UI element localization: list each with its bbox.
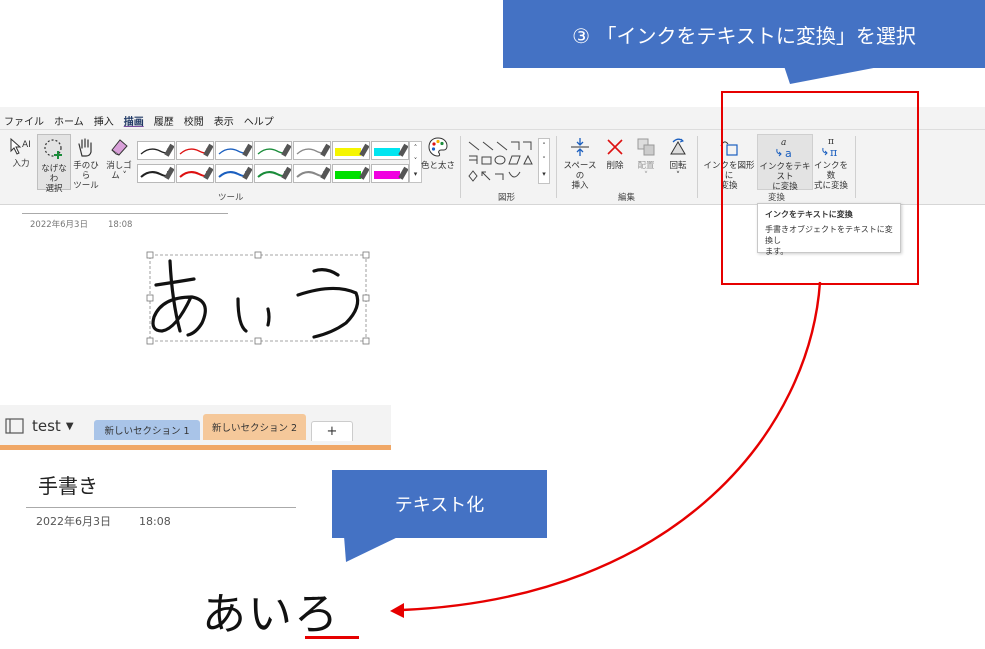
upper-title-line — [22, 213, 228, 214]
more-icon: ▾ — [413, 170, 418, 178]
hand-label-2: ツール — [73, 181, 99, 191]
separator — [697, 136, 698, 198]
spelling-underline — [305, 636, 359, 639]
pen-gray-2[interactable] — [293, 164, 331, 183]
menu-home[interactable]: ホーム — [50, 110, 90, 130]
page-date: 2022年6月3日 18:08 — [36, 515, 171, 528]
highlight-box — [721, 91, 919, 285]
svg-text:AI: AI — [22, 140, 31, 150]
pen-red-2[interactable] — [176, 164, 214, 183]
pen-blue-2[interactable] — [215, 164, 253, 183]
conversion-arrow — [390, 281, 822, 618]
highlighter-green[interactable] — [332, 164, 370, 183]
group-label-tools: ツール — [218, 193, 244, 203]
separator — [556, 136, 557, 198]
menu-file[interactable]: ファイル — [0, 110, 50, 130]
menu-view[interactable]: 表示 — [210, 110, 240, 130]
lasso-select-button[interactable]: なげなわ 選択 — [37, 134, 71, 194]
insert-space-button[interactable]: スペースの 挿入 — [560, 136, 600, 191]
lasso-label-1: なげなわ — [41, 164, 67, 184]
insert-space-label-2: 挿入 — [571, 181, 589, 191]
input-button[interactable]: AI 入力 — [6, 136, 36, 169]
section-tab-1[interactable]: 新しいセクション 1 — [94, 420, 200, 440]
color-size-button[interactable]: 色と太さ — [421, 136, 455, 171]
menu-review[interactable]: 校閲 — [180, 110, 210, 130]
step-callout: ③ 「インクをテキストに変換」を選択 — [503, 0, 985, 68]
pen-green-1[interactable] — [254, 141, 292, 160]
delete-x-icon — [607, 139, 623, 155]
pen-green-2[interactable] — [254, 164, 292, 183]
more-icon: ▾ — [542, 170, 546, 178]
eraser-label-2: ム ˅ — [111, 171, 127, 181]
delete-button[interactable]: 削除 — [602, 136, 628, 171]
page-title-line — [26, 507, 296, 508]
lasso-icon — [44, 139, 62, 159]
chevron-down-icon: ˅ — [413, 157, 418, 165]
highlighter-cyan[interactable] — [371, 141, 409, 160]
chevron-down-icon: ˅ — [542, 156, 546, 164]
chevron-up-icon: ˄ — [542, 142, 546, 150]
notebook-icon — [5, 418, 24, 434]
separator — [460, 136, 461, 198]
text-cursor-icon: AI — [10, 137, 31, 155]
pen-gray-1[interactable] — [293, 141, 331, 160]
hand-tool-button[interactable]: 手のひら ツール — [70, 136, 102, 191]
notebook-name: test — [32, 417, 61, 435]
rotate-label: 回転 — [669, 161, 687, 171]
insert-space-label-1: スペースの — [563, 161, 597, 181]
menu-history[interactable]: 履歴 — [150, 110, 180, 130]
pen-black-2[interactable] — [137, 164, 175, 183]
chevron-down-icon: ˅ — [675, 171, 681, 181]
upper-page-date: 2022年6月3日 18:08 — [30, 220, 133, 230]
eraser-icon — [111, 139, 128, 156]
shapes-gallery[interactable] — [466, 138, 538, 184]
converted-text: あいろ — [202, 589, 340, 640]
palette-icon — [428, 137, 448, 157]
chevron-down-icon: ▼ — [65, 420, 74, 432]
plus-icon: + — [326, 424, 338, 439]
pen-blue-1[interactable] — [215, 141, 253, 160]
group-label-edit: 編集 — [618, 193, 636, 203]
menu-draw[interactable]: 描画 — [120, 110, 150, 130]
hand-icon — [78, 138, 92, 157]
hand-label-1: 手のひら — [73, 161, 99, 181]
arrange-button[interactable]: 配置 ˅ — [632, 136, 660, 181]
rotate-button[interactable]: 回転 ˅ — [664, 136, 692, 181]
step-callout-text: ③ 「インクをテキストに変換」を選択 — [572, 23, 916, 48]
pen-red-1[interactable] — [176, 141, 214, 160]
chevron-down-icon: ˅ — [643, 171, 649, 181]
menu-bar: ファイル ホーム 挿入 描画 履歴 校閲 表示 ヘルプ — [0, 110, 280, 130]
chevron-down-icon: ˅ — [119, 171, 127, 181]
page-title: 手書き — [38, 474, 98, 498]
section-tab-2[interactable]: 新しいセクション 2 — [203, 414, 306, 440]
arrange-label: 配置 — [637, 161, 655, 171]
notebook-switcher[interactable]: test ▼ — [4, 417, 74, 435]
insert-space-icon — [571, 138, 589, 156]
arrange-icon — [637, 138, 655, 156]
delete-label: 削除 — [606, 161, 624, 171]
step-callout-pointer — [784, 66, 884, 84]
section-tab-2-label: 新しいセクション 2 — [211, 423, 298, 434]
eraser-button[interactable]: 消しゴ ム ˅ — [103, 136, 135, 181]
input-label: 入力 — [12, 159, 30, 169]
menu-insert[interactable]: 挿入 — [90, 110, 120, 130]
add-section-button[interactable]: + — [311, 421, 353, 441]
menu-help[interactable]: ヘルプ — [240, 110, 280, 130]
shapes-gallery-scroll[interactable]: ˄ ˅ ▾ — [538, 138, 550, 184]
section-tab-1-label: 新しいセクション 1 — [104, 426, 190, 437]
handwritten-ink-selection[interactable] — [146, 251, 370, 345]
eraser-label-1: 消しゴ — [106, 161, 132, 171]
color-size-label: 色と太さ — [421, 161, 456, 171]
highlighter-magenta[interactable] — [371, 164, 409, 183]
group-label-shapes: 図形 — [498, 193, 516, 203]
highlighter-yellow[interactable] — [332, 141, 370, 160]
rotate-icon — [670, 138, 686, 155]
pen-black-1[interactable] — [137, 141, 175, 160]
chevron-up-icon: ˄ — [413, 144, 418, 152]
lasso-label-2: 選択 — [45, 184, 63, 194]
